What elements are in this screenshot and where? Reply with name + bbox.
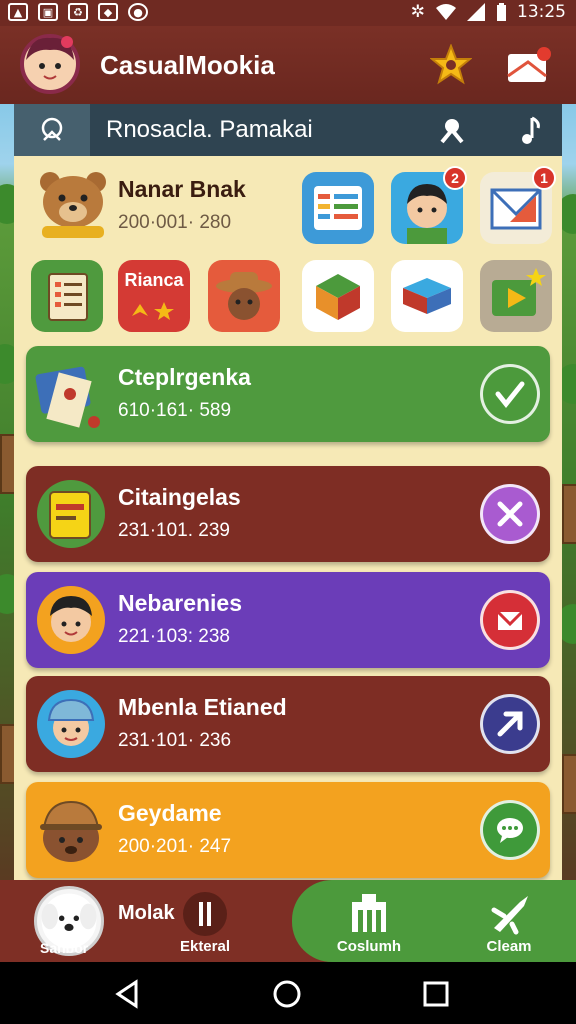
profile-name: Nanar Bnak	[118, 176, 246, 202]
card-title: Nebarenies	[118, 590, 243, 616]
blue-cube-tile[interactable]	[391, 260, 463, 332]
card-number: 610·161· 589	[118, 400, 232, 421]
card-action-button[interactable]	[480, 364, 540, 424]
notebook-icon	[37, 480, 105, 548]
status-time: 13:25	[517, 2, 566, 22]
fence-decoration	[562, 754, 576, 814]
fence-decoration	[562, 484, 576, 544]
notification-badge: 1	[532, 166, 556, 190]
map-icon	[35, 366, 100, 428]
rianca-tile[interactable]: Rianca	[118, 260, 190, 332]
music-icon[interactable]	[514, 114, 544, 146]
recycle-icon: ♻	[68, 3, 88, 21]
card-number: 200·201· 247	[118, 836, 232, 857]
bluetooth-icon: ✲	[410, 2, 425, 22]
list-card[interactable]: Geydame 200·201· 247	[26, 782, 550, 878]
send-icon	[497, 711, 523, 737]
friend-tile[interactable]: 2	[391, 166, 467, 244]
card-action-button[interactable]	[480, 590, 540, 650]
cube-icon	[316, 274, 360, 320]
nav-item-label: Cleam	[486, 938, 532, 955]
list-card[interactable]: Mbenla Etianed 231·101· 236	[26, 676, 550, 772]
notification-badge: 2	[443, 166, 467, 190]
achievements-icon[interactable]	[430, 44, 472, 86]
play-store-tile[interactable]	[480, 260, 552, 332]
main-panel: Nanar Bnak 200·001· 280 2 1 Rianca Ctepl…	[14, 156, 562, 880]
card-title: Citaingelas	[118, 484, 241, 510]
home-icon[interactable]	[271, 978, 303, 1010]
app-title: CasualMookia	[100, 50, 275, 80]
card-action-button[interactable]	[480, 484, 540, 544]
check-icon	[495, 381, 525, 409]
record-icon: ●	[128, 3, 148, 21]
pin-icon	[183, 892, 227, 936]
stars-icon	[132, 302, 174, 320]
tools-icon	[497, 501, 523, 527]
profile-number: 200·001· 280	[118, 212, 232, 233]
card-number: 221·103: 238	[118, 626, 230, 647]
spreadsheet-icon	[314, 186, 362, 230]
bag-icon: ◆	[98, 3, 118, 21]
status-icons-right: ✲ 13:25	[411, 2, 566, 22]
card-title: Mbenla Etianed	[118, 694, 287, 720]
card-action-button[interactable]	[480, 800, 540, 860]
notification-icon: ▲	[8, 3, 28, 21]
signal-icon	[467, 3, 485, 21]
card-title: Geydame	[118, 800, 222, 826]
status-bar: ▲ ▣ ♻ ◆ ● ✲ 13:25	[0, 0, 576, 26]
messages-button[interactable]	[506, 46, 552, 86]
nav-item-ekteral[interactable]: Ekteral	[160, 888, 250, 960]
list-card[interactable]: Cteplrgenka 610·161· 589	[26, 346, 550, 442]
system-navigation-bar	[0, 962, 576, 1024]
nav-item-coslumh[interactable]: Coslumh	[324, 888, 414, 960]
cowboy-icon	[216, 272, 272, 320]
rocket-icon	[491, 896, 528, 935]
nav-item-label: Coslumh	[336, 938, 402, 955]
search-button[interactable]	[14, 104, 90, 156]
building-icon	[352, 894, 386, 932]
nav-profile-label: Sanbor	[40, 940, 89, 956]
list-card[interactable]: Citaingelas 231·101. 239	[26, 466, 550, 562]
card-title: Cteplrgenka	[118, 364, 251, 390]
helmet-avatar-icon	[37, 690, 105, 758]
cube-tile[interactable]	[302, 260, 374, 332]
checklist-icon	[48, 273, 88, 321]
envelope-icon	[496, 610, 524, 630]
recents-icon[interactable]	[420, 978, 452, 1010]
play-store-icon	[492, 268, 546, 316]
nav-item-label: Ekteral	[179, 938, 231, 955]
user-avatar[interactable]	[20, 34, 80, 94]
boy-avatar-icon	[37, 586, 105, 654]
card-number: 231·101. 239	[118, 520, 230, 541]
bear-hat-icon	[40, 800, 102, 862]
image-icon: ▣	[38, 3, 58, 21]
card-action-button[interactable]	[480, 694, 540, 754]
app-bar: CasualMookia	[0, 26, 576, 104]
bottom-navigation: Sanbor Molak Ekteral Coslumh Cleam	[0, 880, 576, 962]
blue-cube-icon	[403, 278, 451, 314]
search-bar[interactable]: Rnosacla. Pamakai	[14, 104, 562, 156]
cowboy-tile[interactable]	[208, 260, 280, 332]
search-icon	[41, 117, 63, 141]
list-card[interactable]: Nebarenies 221·103: 238	[26, 572, 550, 668]
nav-item-cleam[interactable]: Cleam	[464, 888, 554, 960]
spreadsheet-tile[interactable]	[302, 172, 374, 244]
status-icons-left: ▲ ▣ ♻ ◆ ●	[8, 3, 148, 21]
mail-tile[interactable]: 1	[480, 166, 556, 244]
battery-icon	[497, 3, 506, 21]
back-icon[interactable]	[112, 978, 144, 1010]
chat-icon	[497, 818, 523, 843]
profile-icon[interactable]	[438, 116, 466, 144]
wifi-icon	[436, 4, 456, 20]
bear-avatar[interactable]	[34, 168, 112, 240]
checklist-tile[interactable]	[31, 260, 103, 332]
card-number: 231·101· 236	[118, 730, 232, 751]
search-text[interactable]: Rnosacla. Pamakai	[106, 116, 313, 144]
